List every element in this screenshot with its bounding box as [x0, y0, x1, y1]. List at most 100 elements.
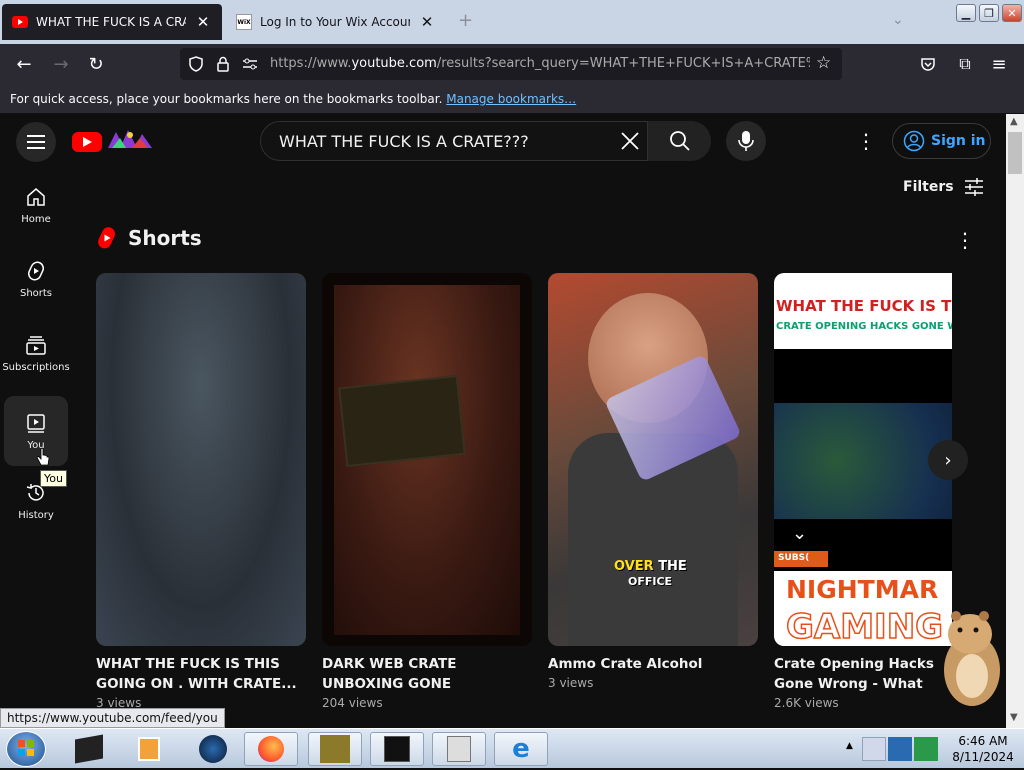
tab-youtube[interactable]: WHAT THE FUCK IS A CRATE? ✕ [2, 4, 222, 40]
short-thumbnail[interactable]: WHAT THE FUCK IS T CRATE OPENING HACKS G… [774, 273, 952, 646]
search-button[interactable] [647, 121, 711, 161]
browser-nav-bar: ← → ↻ https://www.youtube.com/results?se… [0, 44, 1024, 86]
scroll-up-icon[interactable]: ▲ [1010, 116, 1018, 127]
short-title[interactable]: DARK WEB CRATE UNBOXING GONE WRONG!!!... [322, 654, 532, 694]
wix-favicon-icon: WiX [236, 14, 252, 30]
short-card[interactable]: OVER THE OFFICE Ammo Crate Alcohol 3 vie… [548, 273, 758, 690]
windows-taskbar: e ▲ 6:46 AM 8/11/2024 [0, 728, 1024, 768]
caption-word: THE [658, 559, 687, 574]
search-icon [669, 131, 690, 151]
reload-icon[interactable]: ↻ [85, 54, 107, 75]
caption-word: OVER [614, 559, 654, 574]
restore-button[interactable]: ❐ [979, 4, 999, 22]
tray-app-icon[interactable] [914, 737, 938, 761]
filters-label: Filters [903, 179, 954, 195]
page-scrollbar[interactable]: ▲ ▼ [1006, 114, 1024, 728]
list-tabs-icon[interactable]: ⌄ [892, 12, 904, 28]
sign-in-button[interactable]: Sign in [892, 123, 991, 159]
taskbar-app[interactable] [370, 732, 424, 766]
url-host: youtube.com [351, 56, 437, 71]
back-icon[interactable]: ← [13, 54, 35, 75]
tray-expand-icon[interactable]: ▲ [846, 741, 853, 751]
scrollbar-thumb[interactable] [1008, 132, 1022, 174]
short-card[interactable]: WHAT THE FUCK IS T CRATE OPENING HACKS G… [774, 273, 952, 710]
scroll-down-icon[interactable]: ▼ [1010, 712, 1018, 723]
short-thumbnail[interactable]: OVER THE OFFICE [548, 273, 758, 646]
extensions-icon[interactable]: ⧉ [954, 54, 976, 74]
sidebar-label: Shorts [19, 287, 53, 299]
short-views: 3 views [548, 676, 594, 690]
media-player-icon [138, 737, 160, 761]
clear-search-icon[interactable] [617, 128, 643, 154]
windows-logo-icon [18, 740, 34, 756]
thumbnail-caption: OVER THE [614, 559, 687, 574]
settings-menu-icon[interactable]: ⋮ [856, 129, 876, 153]
new-tab-icon[interactable]: + [458, 10, 473, 31]
tab-title: WHAT THE FUCK IS A CRATE? [36, 15, 186, 29]
tab-close-icon[interactable]: ✕ [194, 13, 212, 31]
subscribe-banner: SUBS( [774, 551, 828, 567]
youtube-logo[interactable] [72, 132, 102, 152]
bookmarks-hint: For quick access, place your bookmarks h… [10, 92, 443, 106]
short-views: 204 views [322, 696, 383, 710]
shelf-menu-icon[interactable]: ⋮ [955, 228, 975, 252]
sign-in-label: Sign in [931, 133, 986, 149]
browser-tab-bar: WHAT THE FUCK IS A CRATE? ✕ WiX Log In t… [0, 0, 1024, 44]
search-input[interactable]: WHAT THE FUCK IS A CRATE??? [279, 132, 529, 151]
taskbar-app[interactable] [308, 732, 362, 766]
thumbnail-banner-text: NIGHTMAR [786, 575, 939, 604]
short-card[interactable]: WHAT THE FUCK IS THIS GOING ON . WITH CR… [96, 273, 306, 710]
chevron-right-icon: › [944, 449, 952, 471]
bookmark-star-icon[interactable]: ☆ [816, 53, 831, 73]
filters-button[interactable]: Filters [903, 178, 984, 196]
search-box[interactable]: WHAT THE FUCK IS A CRATE??? [260, 121, 711, 161]
taskbar-app[interactable] [432, 732, 486, 766]
taskbar-app[interactable] [186, 732, 240, 766]
youtube-doodle-icon[interactable] [106, 126, 154, 152]
sidebar-label: Subscriptions [2, 361, 70, 373]
sidebar-item-home[interactable]: Home [4, 170, 68, 240]
sidebar-item-shorts[interactable]: Shorts [4, 244, 68, 314]
hamster-pet-icon [944, 611, 1000, 706]
app-menu-icon[interactable]: ≡ [988, 54, 1010, 75]
start-button[interactable] [6, 731, 46, 767]
minimize-button[interactable]: ▁ [956, 4, 976, 22]
short-thumbnail[interactable] [96, 273, 306, 646]
voice-search-button[interactable] [726, 121, 766, 161]
close-window-button[interactable]: ✕ [1002, 4, 1022, 22]
taskbar-app[interactable] [62, 732, 116, 766]
sidebar-item-subscriptions[interactable]: Subscriptions [2, 318, 70, 388]
taskbar-firefox[interactable] [244, 732, 298, 766]
tray-app-icon[interactable] [862, 737, 886, 761]
guide-menu-button[interactable] [16, 122, 56, 162]
address-bar[interactable]: https://www.youtube.com/results?search_q… [180, 48, 842, 80]
network-icon[interactable] [888, 737, 912, 761]
pocket-icon[interactable] [920, 56, 936, 72]
lock-icon[interactable] [216, 56, 230, 72]
short-thumbnail[interactable] [322, 273, 532, 646]
tab-wix[interactable]: WiX Log In to Your Wix Account - W ✕ [226, 4, 446, 40]
manage-bookmarks-link[interactable]: Manage bookmarks… [446, 92, 576, 106]
sidebar-label: Home [21, 213, 51, 225]
microphone-icon [738, 131, 754, 151]
account-icon [903, 130, 925, 152]
shield-icon[interactable] [188, 56, 204, 72]
url-text: https://www.youtube.com/results?search_q… [270, 56, 810, 71]
short-title[interactable]: Crate Opening Hacks Gone Wrong - What Th… [774, 654, 952, 694]
permissions-icon[interactable] [242, 57, 258, 71]
taskbar-app[interactable] [122, 732, 176, 766]
clock[interactable]: 6:46 AM 8/11/2024 [944, 733, 1022, 765]
short-title[interactable]: Ammo Crate Alcohol [548, 654, 758, 674]
sidebar-label: History [18, 509, 54, 521]
shorts-shelf-header: Shorts [96, 226, 202, 250]
taskbar-ie[interactable]: e [494, 732, 548, 766]
terminal-app-icon [384, 736, 410, 762]
tab-close-icon[interactable]: ✕ [418, 13, 436, 31]
internet-explorer-icon: e [512, 734, 530, 764]
short-title[interactable]: WHAT THE FUCK IS THIS GOING ON . WITH CR… [96, 654, 306, 694]
filters-icon [964, 178, 983, 196]
short-card[interactable]: DARK WEB CRATE UNBOXING GONE WRONG!!!...… [322, 273, 532, 710]
forward-icon[interactable]: → [50, 54, 72, 75]
clock-time: 6:46 AM [958, 734, 1008, 748]
shelf-next-button[interactable]: › [928, 440, 968, 480]
